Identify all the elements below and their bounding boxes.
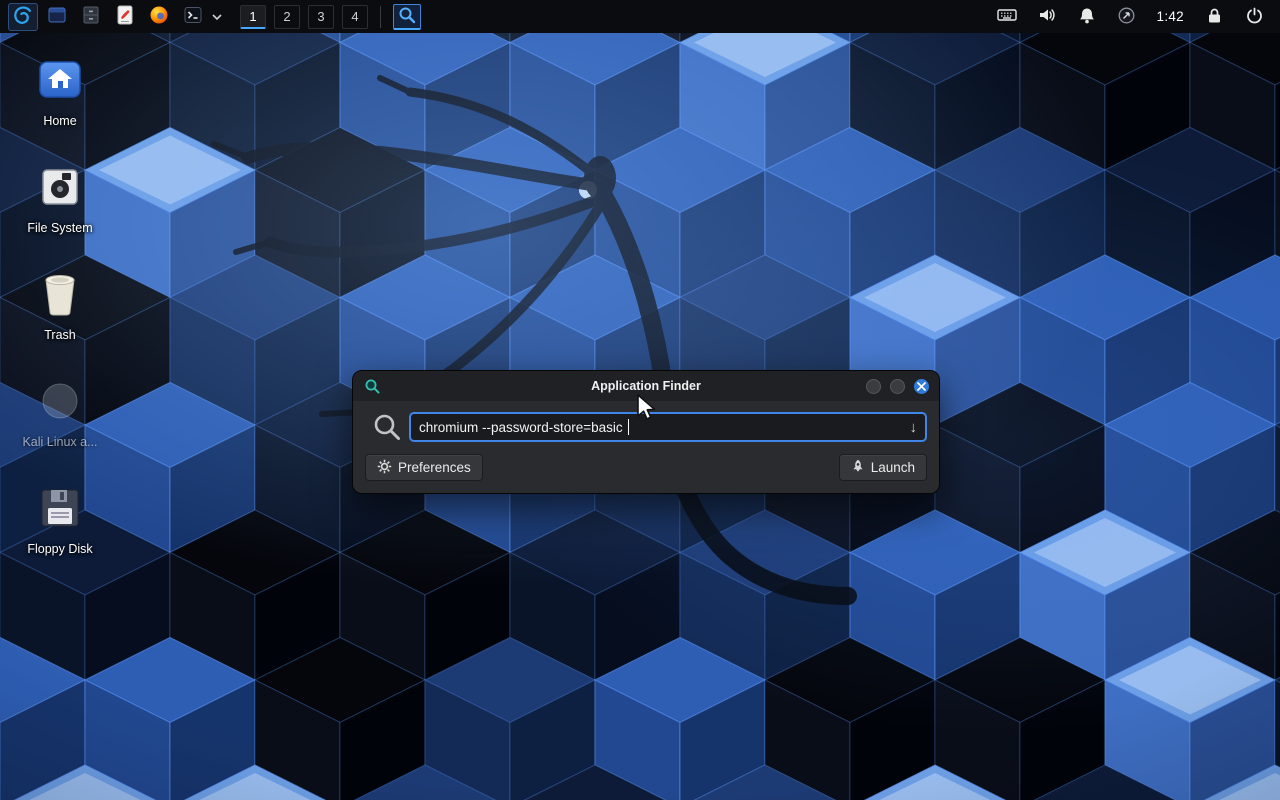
file-manager-launcher[interactable] (76, 3, 106, 31)
text-caret (628, 419, 630, 435)
history-dropdown-icon[interactable]: ↓ (904, 420, 918, 435)
floppy-disk-icon (38, 480, 82, 536)
maximize-button[interactable] (890, 379, 905, 394)
gear-icon (377, 459, 392, 477)
kali-menu-button[interactable] (8, 3, 38, 31)
drive-icon (38, 159, 82, 215)
workspace-switcher: 1 2 3 4 (240, 5, 368, 29)
panel-left: 1 2 3 4 (6, 0, 421, 33)
desktop-icon-column: Home File System Trash Kali Linux a... F… (12, 44, 108, 579)
notes-editor-launcher[interactable] (110, 3, 140, 31)
home-folder-icon (37, 52, 83, 108)
desktop-icon-file-system[interactable]: File System (12, 151, 108, 258)
desktop-icon-label: Home (43, 114, 76, 128)
chevron-down-icon (212, 9, 222, 24)
app-window-launcher[interactable] (42, 3, 72, 31)
command-input[interactable]: chromium --password-store=basic ↓ (409, 412, 927, 442)
trash-can-icon (40, 266, 80, 322)
notifications-tray-button[interactable] (1074, 4, 1100, 30)
workspace-2[interactable]: 2 (274, 5, 300, 29)
terminal-launcher[interactable] (178, 3, 208, 31)
window-controls (866, 371, 929, 401)
panel-tray: 1:42 (987, 0, 1274, 33)
desktop-icon-home[interactable]: Home (12, 44, 108, 151)
power-icon (1246, 7, 1263, 27)
speaker-icon (1038, 7, 1056, 26)
keyboard-icon (997, 7, 1017, 26)
search-icon (398, 6, 416, 27)
window-title: Application Finder (591, 379, 701, 393)
document-icon (116, 5, 134, 28)
command-text: chromium --password-store=basic (419, 420, 623, 435)
application-finder-window: Application Finder chromium --password-s… (352, 370, 940, 494)
kali-menu-icon (11, 3, 35, 30)
desktop-icon-label: Floppy Disk (27, 542, 92, 556)
launch-button[interactable]: Launch (839, 454, 927, 481)
launch-rocket-icon (851, 459, 865, 477)
titlebar[interactable]: Application Finder (353, 371, 939, 401)
desktop-icon-kali-linux[interactable]: Kali Linux a... (12, 365, 108, 472)
panel-separator (380, 6, 381, 28)
lock-screen-button[interactable] (1201, 4, 1227, 30)
top-panel: 1 2 3 4 (0, 0, 1280, 33)
finder-window-icon (364, 378, 381, 395)
volume-tray-button[interactable] (1034, 4, 1060, 30)
desktop-icon-label: File System (27, 221, 92, 235)
logout-button[interactable] (1241, 4, 1267, 30)
desktop-icon-floppy-disk[interactable]: Floppy Disk (12, 472, 108, 579)
firefox-icon (149, 5, 169, 28)
app-window-icon (47, 5, 67, 28)
preferences-button[interactable]: Preferences (365, 454, 483, 481)
bell-icon (1079, 7, 1095, 27)
file-cabinet-icon (81, 5, 101, 28)
workspace-3[interactable]: 3 (308, 5, 334, 29)
close-icon (917, 379, 926, 394)
app-finder-launcher[interactable] (393, 4, 421, 30)
lock-icon (1207, 7, 1222, 27)
launch-label: Launch (871, 460, 915, 475)
desktop-icon-label: Trash (44, 328, 76, 342)
circle-arrow-icon (1118, 7, 1135, 27)
close-button[interactable] (914, 379, 929, 394)
search-icon-large (365, 412, 409, 442)
faded-disc-icon (38, 373, 82, 429)
desktop-icon-label: Kali Linux a... (22, 435, 97, 449)
desktop-icon-trash[interactable]: Trash (12, 258, 108, 365)
workspace-1[interactable]: 1 (240, 5, 266, 29)
clock[interactable]: 1:42 (1157, 9, 1184, 24)
keyboard-tray-button[interactable] (994, 4, 1020, 30)
finder-body: chromium --password-store=basic ↓ Prefer… (353, 401, 939, 493)
preferences-label: Preferences (398, 460, 471, 475)
minimize-button[interactable] (866, 379, 881, 394)
firefox-launcher[interactable] (144, 3, 174, 31)
terminal-dropdown-chevron[interactable] (210, 3, 224, 31)
workspace-4[interactable]: 4 (342, 5, 368, 29)
terminal-icon (183, 5, 203, 28)
status-tray-button[interactable] (1114, 4, 1140, 30)
